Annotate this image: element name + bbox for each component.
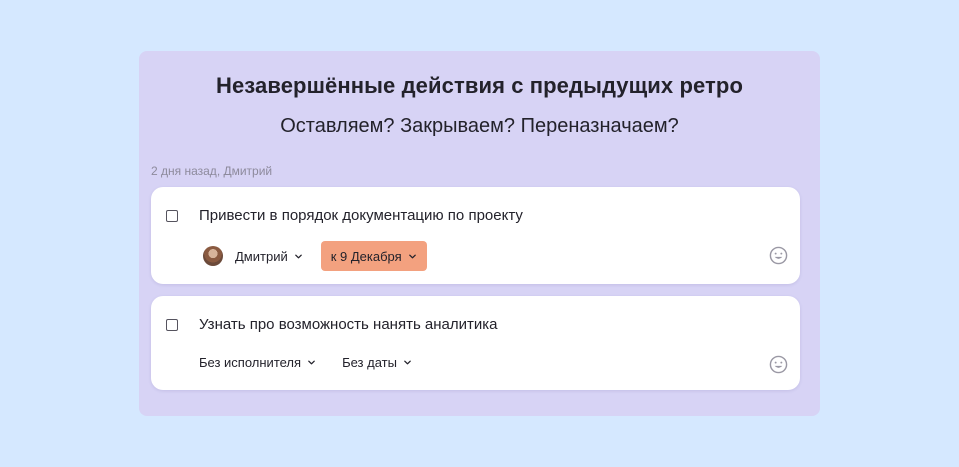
chevron-down-icon xyxy=(408,254,416,258)
task-checkbox[interactable] xyxy=(166,210,178,222)
task-card: Привести в порядок документацию по проек… xyxy=(151,187,800,284)
avatar xyxy=(203,246,223,266)
task-meta-row: Без исполнителя Без даты xyxy=(199,350,412,374)
panel-subtitle: Оставляем? Закрываем? Переназначаем? xyxy=(280,115,679,137)
retro-actions-panel: Незавершённые действия с предыдущих ретр… xyxy=(139,51,820,416)
assignee-dropdown[interactable]: Без исполнителя xyxy=(199,355,316,370)
smiley-icon[interactable] xyxy=(769,246,788,265)
task-title: Узнать про возможность нанять аналитика xyxy=(199,316,498,333)
chevron-down-icon xyxy=(404,360,411,364)
task-title: Привести в порядок документацию по проек… xyxy=(199,207,523,224)
assignee-label: Без исполнителя xyxy=(199,354,302,370)
due-date-dropdown[interactable]: к 9 Декабря xyxy=(320,241,427,271)
due-date-label: Без даты xyxy=(342,354,397,370)
due-date-label: к 9 Декабря xyxy=(330,248,402,264)
smiley-icon[interactable] xyxy=(769,355,788,374)
task-card: Узнать про возможность нанять аналитика … xyxy=(151,296,800,390)
chevron-down-icon xyxy=(308,360,315,364)
retro-meta: 2 дня назад, Дмитрий xyxy=(151,164,273,178)
panel-title: Незавершённые действия с предыдущих ретр… xyxy=(215,73,744,98)
assignee-label: Дмитрий xyxy=(235,248,288,264)
task-meta-row: Дмитрий к 9 Декабря xyxy=(203,241,427,271)
due-date-dropdown[interactable]: Без даты xyxy=(342,355,412,370)
chevron-down-icon xyxy=(294,254,302,258)
assignee-dropdown[interactable]: Дмитрий xyxy=(203,246,303,266)
task-checkbox[interactable] xyxy=(166,319,178,331)
